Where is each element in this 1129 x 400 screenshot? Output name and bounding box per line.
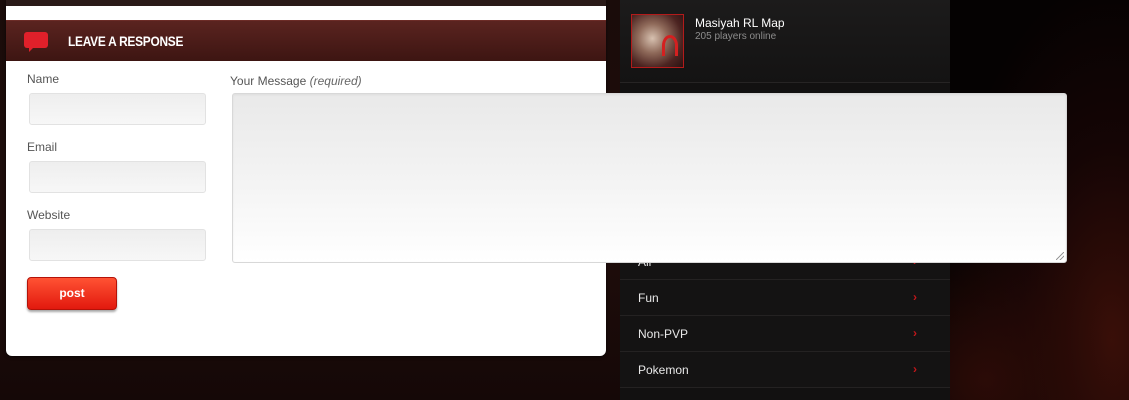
server-players-count: 205 players online bbox=[695, 31, 777, 42]
category-label: Fun bbox=[638, 291, 659, 305]
post-button[interactable]: post bbox=[27, 277, 117, 310]
name-label: Name bbox=[27, 72, 60, 86]
chevron-right-icon: › bbox=[913, 326, 917, 340]
email-field[interactable] bbox=[29, 161, 206, 193]
section-title: LEAVE A RESPONSE bbox=[68, 33, 184, 49]
server-name[interactable]: Masiyah RL Map bbox=[695, 16, 785, 30]
server-card[interactable]: Masiyah RL Map 205 players online bbox=[620, 0, 950, 83]
category-item-pokemon[interactable]: Pokemon › bbox=[620, 352, 950, 388]
email-label: Email bbox=[27, 140, 58, 154]
website-field[interactable] bbox=[29, 229, 206, 261]
speech-bubble-icon bbox=[24, 32, 48, 52]
category-item-fun[interactable]: Fun › bbox=[620, 280, 950, 316]
name-field[interactable] bbox=[29, 93, 206, 125]
section-header: LEAVE A RESPONSE bbox=[6, 20, 606, 61]
category-label: Non-PVP bbox=[638, 327, 689, 341]
message-label: Your Message (required) bbox=[230, 74, 362, 88]
chevron-right-icon: › bbox=[913, 290, 917, 304]
chevron-right-icon: › bbox=[913, 362, 917, 376]
message-textarea[interactable] bbox=[232, 93, 1067, 263]
server-thumbnail[interactable] bbox=[631, 14, 684, 68]
category-label: Pokemon bbox=[638, 363, 689, 377]
category-item-non-pvp[interactable]: Non-PVP › bbox=[620, 316, 950, 352]
required-note: (required) bbox=[309, 74, 362, 88]
panel-top-border bbox=[6, 0, 606, 6]
message-label-text: Your Message bbox=[230, 74, 307, 88]
resize-handle-icon[interactable] bbox=[1056, 252, 1064, 260]
website-label: Website bbox=[27, 208, 71, 222]
